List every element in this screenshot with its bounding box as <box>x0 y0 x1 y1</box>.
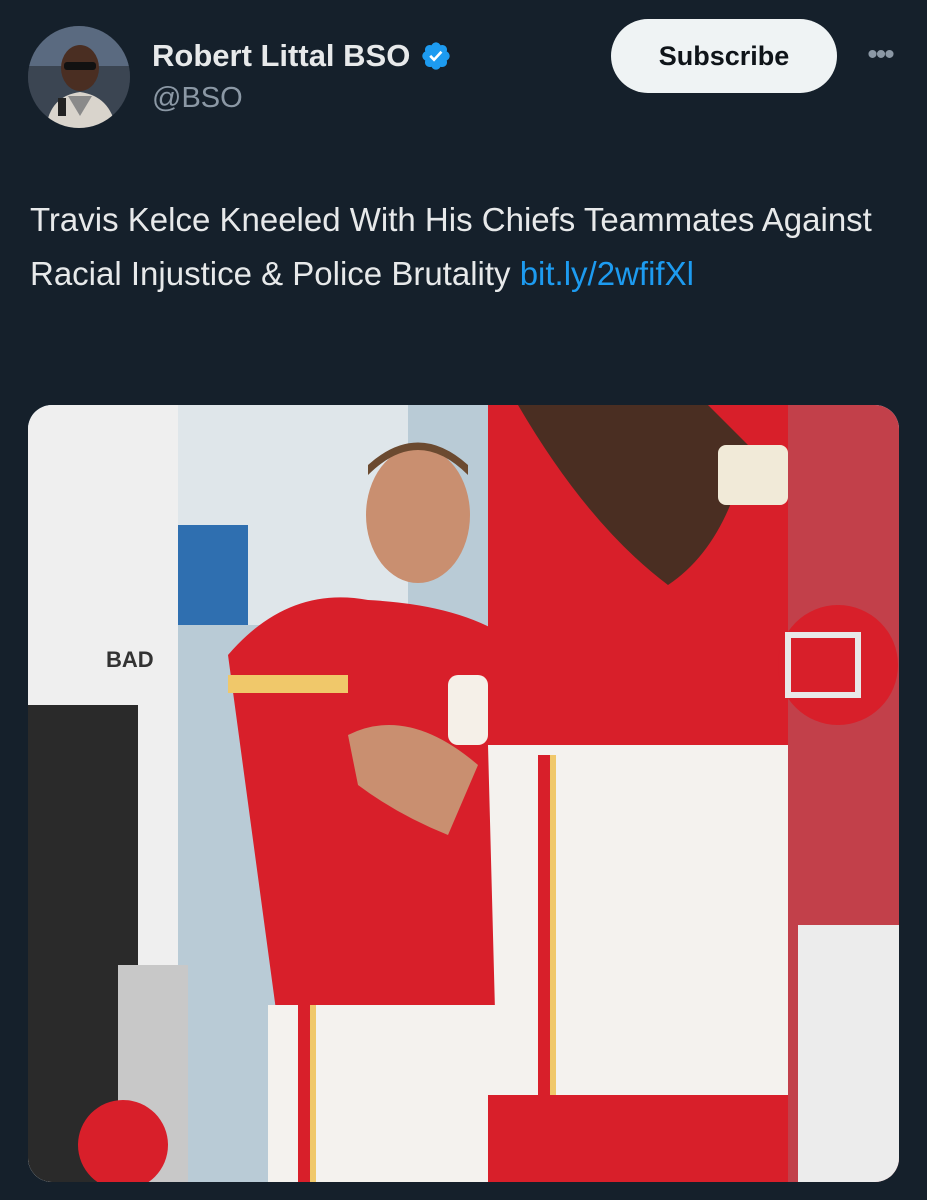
author-name[interactable]: Robert Littal BSO <box>152 38 410 74</box>
author-avatar[interactable] <box>28 26 130 128</box>
post-link[interactable]: bit.ly/2wfifXl <box>520 255 694 292</box>
post-media-image[interactable]: BAD <box>28 405 899 1182</box>
subscribe-button[interactable]: Subscribe <box>611 19 837 93</box>
football-players-photo: BAD <box>28 405 899 1182</box>
shirt-lettering: BAD <box>106 647 154 672</box>
post-body: Travis Kelce Kneeled With His Chiefs Tea… <box>30 201 872 292</box>
post-text: Travis Kelce Kneeled With His Chiefs Tea… <box>30 193 890 301</box>
author-name-row[interactable]: Robert Littal BSO <box>152 38 452 74</box>
verified-badge-icon <box>420 40 452 72</box>
author-handle[interactable]: @BSO <box>152 82 243 115</box>
avatar-photo <box>28 26 130 128</box>
more-horizontal-icon[interactable]: ••• <box>860 40 900 70</box>
